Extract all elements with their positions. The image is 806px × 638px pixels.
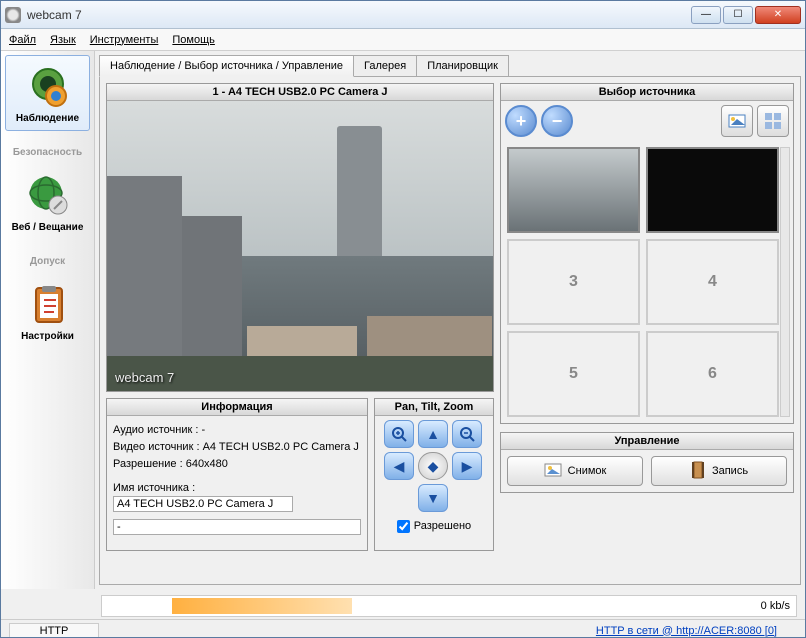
source-name-label: Имя источника : — [113, 482, 195, 494]
pan-left-button[interactable]: ◀ — [384, 452, 414, 480]
ptz-allowed-label: Разрешено — [414, 520, 471, 532]
sidebar-item-web[interactable]: Веб / Вещание — [5, 164, 90, 240]
control-panel: Управление Снимок Запись — [500, 432, 794, 493]
audio-value: - — [201, 424, 205, 436]
ptz-title: Pan, Tilt, Zoom — [375, 399, 493, 416]
source-cell-6[interactable]: 6 — [646, 331, 779, 417]
tabs: Наблюдение / Выбор источника / Управлени… — [99, 55, 801, 77]
source-cell-5[interactable]: 5 — [507, 331, 640, 417]
video-preview[interactable]: webcam 7 — [107, 101, 493, 391]
video-watermark: webcam 7 — [115, 370, 174, 385]
info-panel: Информация Аудио источник : - Видео исто… — [106, 398, 368, 551]
source-cell-4[interactable]: 4 — [646, 239, 779, 325]
ptz-panel: Pan, Tilt, Zoom ▲ ◀ ◆ ▶ ▼ — [374, 398, 494, 551]
statusbar: HTTP HTTP в сети @ http://ACER:8080 [0] — [1, 619, 805, 638]
zoom-out-button[interactable] — [452, 420, 482, 448]
tilt-down-button[interactable]: ▼ — [418, 484, 448, 512]
resolution-label: Разрешение : — [113, 458, 183, 470]
snapshot-label: Снимок — [568, 465, 607, 477]
status-http: HTTP — [9, 623, 99, 638]
snapshot-button[interactable]: Снимок — [507, 456, 643, 486]
tab-gallery[interactable]: Галерея — [353, 55, 417, 77]
source-cell-2[interactable] — [646, 147, 779, 233]
app-icon — [5, 7, 21, 23]
source-name-input[interactable] — [113, 496, 293, 512]
record-button[interactable]: Запись — [651, 456, 787, 486]
ptz-home-button[interactable]: ◆ — [418, 452, 448, 480]
menu-help[interactable]: Помощь — [172, 34, 215, 46]
info-title: Информация — [107, 399, 367, 416]
film-icon — [690, 461, 706, 482]
source-select-panel: Выбор источника + − 3 4 — [500, 83, 794, 424]
menubar: Файл Язык Инструменты Помощь — [1, 29, 805, 51]
source-grid: 3 4 5 6 — [501, 141, 793, 423]
sidebar-item-label: Настройки — [21, 331, 74, 342]
resolution-value: 640x480 — [186, 458, 228, 470]
zoom-in-button[interactable] — [384, 420, 414, 448]
tilt-up-button[interactable]: ▲ — [418, 420, 448, 448]
window-title: webcam 7 — [27, 8, 691, 22]
minimize-button[interactable]: — — [691, 6, 721, 24]
main-area: Наблюдение / Выбор источника / Управлени… — [95, 51, 805, 589]
source-wizard-button[interactable] — [721, 105, 753, 137]
globe-icon — [24, 171, 72, 219]
tab-scheduler[interactable]: Планировщик — [416, 55, 509, 77]
bandwidth-meter: 0 kb/s — [101, 595, 797, 617]
sidebar: Наблюдение Безопасность Веб / Вещание До… — [1, 51, 95, 589]
sidebar-item-label: Наблюдение — [16, 113, 79, 124]
pan-right-button[interactable]: ▶ — [452, 452, 482, 480]
tab-monitoring[interactable]: Наблюдение / Выбор источника / Управлени… — [99, 55, 354, 77]
sidebar-group-access: Допуск — [5, 256, 90, 267]
maximize-button[interactable]: ☐ — [723, 6, 753, 24]
close-button[interactable]: ✕ — [755, 6, 801, 24]
sidebar-item-monitoring[interactable]: Наблюдение — [5, 55, 90, 131]
ptz-allowed-checkbox[interactable] — [397, 520, 410, 533]
video-title: 1 - A4 TECH USB2.0 PC Camera J — [107, 84, 493, 101]
control-title: Управление — [501, 433, 793, 450]
add-source-button[interactable]: + — [505, 105, 537, 137]
menu-file[interactable]: Файл — [9, 34, 36, 46]
clipboard-icon — [24, 280, 72, 328]
menu-tools[interactable]: Инструменты — [90, 34, 159, 46]
sidebar-group-security: Безопасность — [5, 147, 90, 158]
app-window: webcam 7 — ☐ ✕ Файл Язык Инструменты Пом… — [0, 0, 806, 638]
source-scrollbar[interactable] — [780, 147, 790, 417]
video-panel: 1 - A4 TECH USB2.0 PC Camera J webcam 7 — [106, 83, 494, 392]
photo-icon — [544, 462, 562, 481]
audio-label: Аудио источник : — [113, 424, 198, 436]
source-cell-3[interactable]: 3 — [507, 239, 640, 325]
source-select-title: Выбор источника — [501, 84, 793, 101]
sidebar-item-label: Веб / Вещание — [12, 222, 84, 233]
record-label: Запись — [712, 465, 748, 477]
video-src-value: A4 TECH USB2.0 PC Camera J — [203, 441, 359, 453]
sidebar-item-settings[interactable]: Настройки — [5, 273, 90, 349]
status-link[interactable]: HTTP в сети @ http://ACER:8080 [0] — [596, 625, 777, 637]
source-extra-input[interactable] — [113, 519, 361, 535]
video-src-label: Видео источник : — [113, 441, 200, 453]
titlebar[interactable]: webcam 7 — ☐ ✕ — [1, 1, 805, 29]
webcam-icon — [24, 62, 72, 110]
bandwidth-value: 0 kb/s — [761, 600, 790, 612]
source-cell-1[interactable] — [507, 147, 640, 233]
menu-language[interactable]: Язык — [50, 34, 76, 46]
source-grid-button[interactable] — [757, 105, 789, 137]
remove-source-button[interactable]: − — [541, 105, 573, 137]
